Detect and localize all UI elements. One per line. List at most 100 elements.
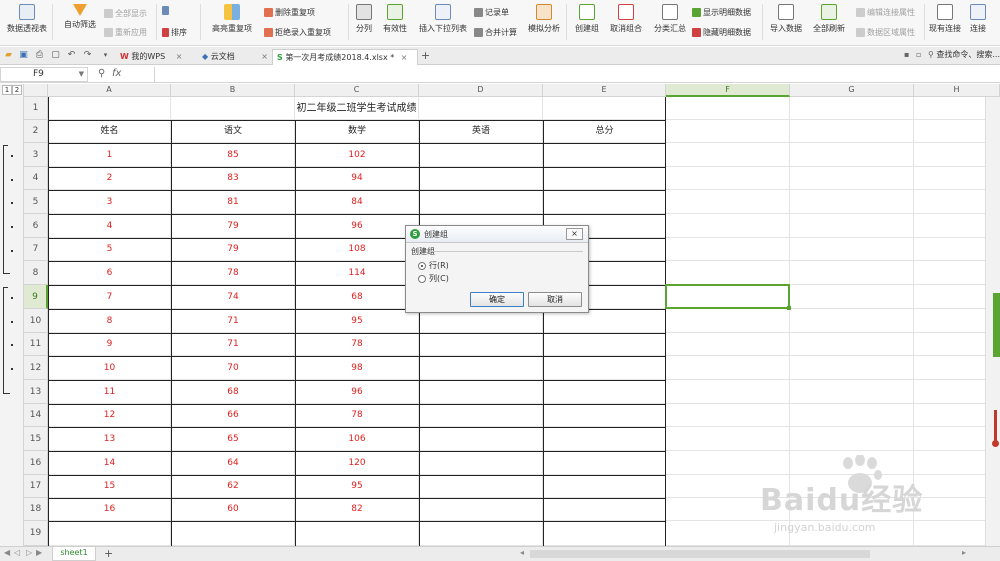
column-header[interactable]: C	[295, 84, 419, 97]
column-option[interactable]: 列(C)	[418, 273, 449, 284]
ungroup-button[interactable]: 取消组合	[604, 0, 648, 34]
row-header[interactable]: 16	[24, 451, 48, 475]
chevron-down-icon[interactable]: ▼	[79, 68, 84, 81]
column-header[interactable]: A	[48, 84, 171, 97]
row-header[interactable]: 3	[24, 143, 48, 167]
dialog-close-button[interactable]: ×	[566, 228, 583, 240]
prev-sheet-icon[interactable]: ◁	[14, 548, 20, 557]
sort-asc-icon[interactable]	[162, 6, 171, 15]
radio-icon[interactable]	[418, 274, 426, 283]
close-icon[interactable]: ×	[261, 52, 268, 61]
row-header[interactable]: 11	[24, 333, 48, 356]
pivot-table-button[interactable]: 数据透视表	[6, 0, 48, 34]
row-header[interactable]: 1	[24, 97, 48, 120]
edit-links-button[interactable]: 编辑连接属性	[856, 7, 915, 18]
column-header[interactable]: H	[914, 84, 1000, 97]
save-icon[interactable]: ▣	[18, 50, 29, 61]
close-icon[interactable]: ×	[176, 52, 183, 61]
formula-input[interactable]	[154, 67, 1000, 82]
outline-level-1-button[interactable]: 1	[2, 85, 12, 95]
autofilter-button[interactable]: 自动筛选	[62, 0, 98, 30]
collapse-group-button[interactable]	[3, 273, 10, 274]
row-header[interactable]: 2	[24, 120, 48, 143]
add-sheet-icon[interactable]: +	[104, 547, 113, 560]
merge-calc-button[interactable]: 合并计算	[474, 27, 517, 38]
simulate-analysis-button[interactable]: 模拟分析	[526, 0, 562, 34]
refresh-all-button[interactable]: 全部刷新	[808, 0, 850, 34]
row-header[interactable]: 7	[24, 238, 48, 261]
row-header[interactable]: 19	[24, 521, 48, 546]
scroll-right-icon[interactable]: ▸	[962, 548, 966, 557]
separator	[762, 4, 763, 40]
outline-level-2-button[interactable]: 2	[12, 85, 22, 95]
reject-duplicates-button[interactable]: 拒绝录入重复项	[264, 27, 331, 38]
row-header[interactable]: 12	[24, 356, 48, 380]
new-tab-icon[interactable]: +	[420, 50, 431, 61]
next-sheet-icon[interactable]: ▷	[26, 548, 32, 557]
horizontal-scrollbar[interactable]	[530, 550, 870, 558]
last-sheet-icon[interactable]: ▶	[36, 548, 42, 557]
tab-active-document[interactable]: S 第一次月考成绩2018.4.xlsx * ×	[272, 49, 418, 65]
scroll-left-icon[interactable]: ◂	[520, 548, 524, 557]
reapply-button[interactable]: 重新应用	[104, 27, 147, 38]
row-header[interactable]: 10	[24, 309, 48, 333]
zoom-icon[interactable]: ⚲	[98, 68, 105, 79]
connect-button[interactable]: 连接	[966, 0, 990, 34]
insert-dropdown-button[interactable]: 插入下拉列表	[416, 0, 470, 34]
select-all-corner[interactable]	[24, 84, 48, 97]
column-header[interactable]: D	[419, 84, 543, 97]
row-option[interactable]: 行(R)	[418, 260, 449, 271]
fill-handle[interactable]	[787, 306, 791, 310]
row-header[interactable]: 18	[24, 498, 48, 521]
selected-cell[interactable]	[665, 284, 790, 309]
subtotal-button[interactable]: 分类汇总	[652, 0, 688, 34]
collapse-group-button[interactable]	[3, 393, 10, 394]
validity-button[interactable]: 有效性	[378, 0, 412, 34]
pivot-table-label: 数据透视表	[7, 24, 47, 33]
preview-icon[interactable]: ▢	[50, 50, 61, 61]
print-icon[interactable]: ⎙	[34, 50, 45, 61]
dialog-title-bar[interactable]: S 创建组 ×	[406, 226, 588, 243]
column-header[interactable]: F	[666, 84, 790, 97]
column-header[interactable]: B	[171, 84, 295, 97]
cancel-button[interactable]: 取消	[528, 292, 582, 307]
command-search[interactable]: ▪ ▫ ⚲ 查找命令、搜索...	[904, 49, 1000, 60]
first-sheet-icon[interactable]: ◀	[4, 548, 10, 557]
hide-detail-button[interactable]: 隐藏明细数据	[692, 27, 751, 38]
show-detail-button[interactable]: 显示明细数据	[692, 7, 751, 18]
sheet-tab[interactable]: sheet1	[52, 547, 96, 561]
row-header[interactable]: 6	[24, 214, 48, 238]
row-header[interactable]: 8	[24, 261, 48, 285]
ok-button[interactable]: 确定	[470, 292, 524, 307]
show-all-button[interactable]: 全部显示	[104, 8, 147, 19]
open-folder-icon[interactable]: ▰	[3, 50, 14, 61]
area-props-button[interactable]: 数据区域属性	[856, 27, 915, 38]
scroll-thumb[interactable]	[993, 293, 1000, 357]
create-group-button[interactable]: 创建组	[572, 0, 602, 34]
radio-selected-icon[interactable]	[418, 261, 426, 270]
row-header[interactable]: 4	[24, 167, 48, 190]
customize-dropdown-icon[interactable]: ▾	[100, 50, 111, 61]
redo-icon[interactable]: ↷	[82, 50, 93, 61]
row-header[interactable]: 13	[24, 380, 48, 404]
import-data-button[interactable]: 导入数据	[766, 0, 806, 34]
record-form-button[interactable]: 记录单	[474, 7, 509, 18]
name-box[interactable]: F9 ▼	[0, 67, 88, 82]
delete-duplicates-button[interactable]: 删除重复项	[264, 7, 315, 18]
split-column-button[interactable]: 分列	[352, 0, 376, 34]
row-header[interactable]: 5	[24, 190, 48, 214]
row-header[interactable]: 17	[24, 475, 48, 498]
highlight-duplicates-button[interactable]: 高亮重复项	[206, 0, 258, 34]
column-header[interactable]: G	[790, 84, 914, 97]
row-header[interactable]: 14	[24, 404, 48, 427]
sort-desc-button[interactable]: 排序	[162, 27, 187, 38]
existing-connection-button[interactable]: 现有连接	[926, 0, 964, 34]
row-header[interactable]: 9	[24, 285, 48, 309]
tab-cloud-docs[interactable]: ◆ 云文档 ×	[198, 49, 268, 65]
column-header[interactable]: E	[543, 84, 666, 97]
row-header[interactable]: 15	[24, 427, 48, 451]
tab-my-wps[interactable]: W 我的WPS ×	[116, 49, 182, 65]
undo-icon[interactable]: ↶	[66, 50, 77, 61]
function-icon[interactable]: fx	[112, 68, 121, 79]
close-icon[interactable]: ×	[401, 53, 408, 62]
